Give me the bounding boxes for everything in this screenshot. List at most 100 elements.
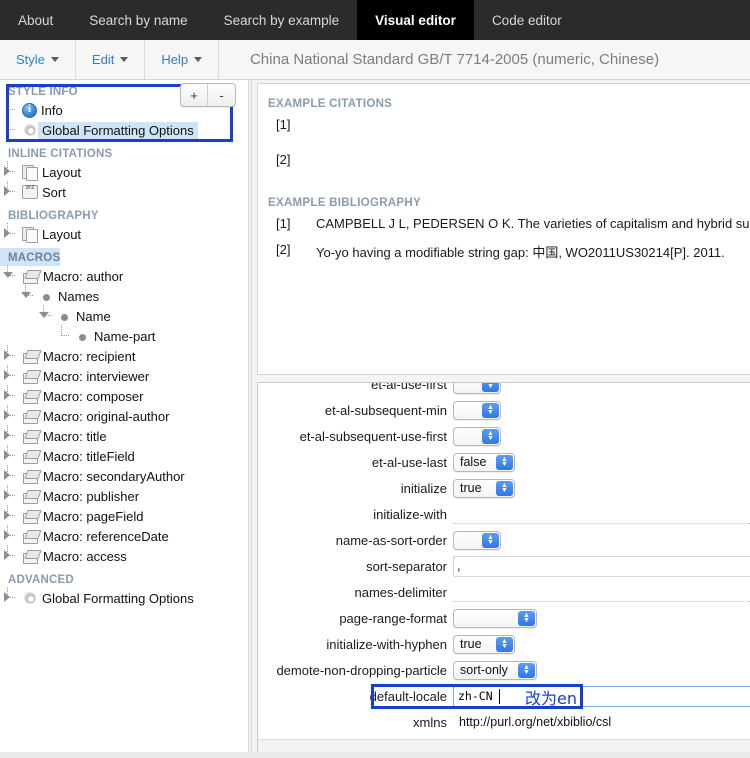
tree-item-name[interactable]: Name [0,305,248,326]
tree-section: INLINE CITATIONS Layout Sort [0,144,248,202]
field-label-initialize-with: initialize-with [373,506,447,522]
nav-tab-visual-editor[interactable]: Visual editor [357,0,474,40]
disclosure-triangle-closed-icon[interactable] [0,385,22,406]
disclosure-triangle-closed-icon[interactable] [0,365,22,386]
default-locale-input[interactable] [453,685,750,707]
disclosure-triangle-open-icon[interactable] [18,285,40,306]
nav-tab-code-editor[interactable]: Code editor [474,0,580,40]
tree-item-macro-composer[interactable]: Macro: composer [0,385,248,406]
disclosure-triangle-closed-icon[interactable] [0,505,22,526]
section-heading-advanced: ADVANCED [8,574,74,586]
nav-tab-about[interactable]: About [0,0,71,40]
select-value: true [460,481,482,495]
tree-item-macro-referencedate[interactable]: Macro: referenceDate [0,525,248,546]
tree-item-global-formatting-options[interactable]: Global Formatting Options [0,587,248,608]
disclosure-triangle-closed-icon[interactable] [0,485,22,506]
default-locale-row[interactable]: default-locale 改为en [268,683,750,709]
section-heading-bibliography: BIBLIOGRAPHY [8,210,99,222]
style-tree-sidebar[interactable]: STYLE INFO Info Global Formatting Options I… [0,80,248,758]
section-heading-style-info: STYLE INFO [8,86,78,98]
tree-item-macro-recipient[interactable]: Macro: recipient [0,345,248,366]
tree-item-layout[interactable]: Layout [0,161,248,182]
disclosure-triangle-closed-icon[interactable] [0,425,22,446]
select-et-al-use-last[interactable]: false ▲ ▼ [453,452,515,472]
tree-item-name-part[interactable]: Name-part [0,325,248,346]
select-page-range-format[interactable]: ▲ ▼ [453,608,537,628]
section-heading-macros: MACROS [0,248,61,266]
field-label-et-al-subsequent-use-first: et-al-subsequent-use-first [299,428,447,444]
window-bottom-edge [0,752,750,758]
tree-item-label: Macro: access [43,548,127,564]
disclosure-triangle-closed-icon[interactable] [0,525,22,546]
tree-item-macro-author[interactable]: Macro: author [0,265,248,286]
example-bibliography-entry-number: [1] [276,216,291,231]
properties-form: et-al-use-first▲▼et-al-subsequent-min▲▼e… [268,382,750,733]
example-bibliography-heading: EXAMPLE BIBLIOGRAPHY [268,197,421,209]
disclosure-triangle-closed-icon[interactable] [0,181,22,202]
input-sort-separator[interactable] [453,555,750,577]
field-label-demote-non-dropping-particle: demote-non-dropping-particle [276,662,447,678]
input-names-delimiter[interactable] [453,582,750,602]
nav-tab-search-by-example[interactable]: Search by example [206,0,358,40]
tree-item-macro-access[interactable]: Macro: access [0,545,248,566]
disclosure-triangle-closed-icon[interactable] [0,223,22,244]
disclosure-triangle-closed-icon[interactable] [0,545,22,566]
chevron-updown-icon: ▲▼ [496,636,513,652]
tree-item-label: Macro: recipient [43,348,136,364]
gear-icon [20,120,40,140]
disclosure-triangle-closed-icon[interactable] [0,587,22,608]
field-label-et-al-use-first: et-al-use-first [371,382,447,392]
remove-node-button[interactable]: - [208,84,235,106]
tree-item-sort[interactable]: Sort [0,181,248,202]
field-control-wrapper: sort-only ▲ ▼ [453,660,750,680]
field-row-initialize-with: initialize-with [268,501,750,527]
example-citations-heading: EXAMPLE CITATIONS [268,98,393,110]
tree-item-layout[interactable]: Layout [0,223,248,244]
xmlns-row: xmlns http://purl.org/net/xbiblio/csl [268,711,750,733]
select-et-al-subsequent-use-first[interactable]: ▲ ▼ [453,426,501,446]
chevron-updown-icon: ▲▼ [518,610,535,626]
tree-item-macro-titlefield[interactable]: Macro: titleField [0,445,248,466]
tree-item-global-formatting-options[interactable]: Global Formatting Options [0,119,248,140]
select-value: false [460,455,487,469]
tree-item-macro-original-author[interactable]: Macro: original-author [0,405,248,426]
disclosure-triangle-closed-icon[interactable] [0,161,22,182]
select-et-al-subsequent-min[interactable]: ▲ ▼ [453,400,501,420]
sidebar-resize-divider[interactable] [248,80,252,758]
disclosure-triangle-closed-icon[interactable] [0,445,22,466]
cube-icon [22,409,39,424]
add-node-button[interactable]: + [181,84,208,106]
tree-item-macro-secondaryauthor[interactable]: Macro: secondaryAuthor [0,465,248,486]
input-initialize-with[interactable] [453,504,750,524]
disclosure-triangle-closed-icon[interactable] [0,465,22,486]
menu-edit[interactable]: Edit [76,40,146,79]
tree-item-names[interactable]: Names [0,285,248,306]
tree-item-label: Layout [42,164,82,180]
menu-style[interactable]: Style [0,40,76,79]
dot-icon [40,289,54,303]
example-citations-list: [1] [2] [258,117,750,167]
chevron-updown-icon: ▲▼ [482,383,499,392]
disclosure-triangle-open-icon[interactable] [0,265,22,286]
select-et-al-use-first[interactable]: ▲▼ [453,383,501,394]
nav-tab-search-by-name[interactable]: Search by name [71,0,205,40]
tree-item-macro-title[interactable]: Macro: title [0,425,248,446]
select-demote-non-dropping-particle[interactable]: sort-only ▲ ▼ [453,660,537,680]
field-control-wrapper [453,504,750,524]
main-navigation-bar: About Search by name Search by example Visu… [0,0,750,40]
field-label-page-range-format: page-range-format [339,610,447,626]
field-row-et-al-subsequent-min: et-al-subsequent-min ▲ ▼ [268,397,750,423]
tree-item-macro-pagefield[interactable]: Macro: pageField [0,505,248,526]
example-citation: [1] [276,117,750,132]
select-initialize-with-hyphen[interactable]: true ▲ ▼ [453,634,515,654]
select-name-as-sort-order[interactable]: ▲ ▼ [453,530,501,550]
menu-help[interactable]: Help [145,40,220,79]
disclosure-triangle-open-icon[interactable] [36,305,58,326]
field-row-et-al-use-first: et-al-use-first ▲▼ [268,382,750,397]
select-initialize[interactable]: true ▲ ▼ [453,478,515,498]
tree-item-macro-publisher[interactable]: Macro: publisher [0,485,248,506]
disclosure-triangle-closed-icon[interactable] [0,405,22,426]
disclosure-triangle-closed-icon[interactable] [0,345,22,366]
add-remove-button-group[interactable]: + - [180,83,236,107]
tree-item-macro-interviewer[interactable]: Macro: interviewer [0,365,248,386]
